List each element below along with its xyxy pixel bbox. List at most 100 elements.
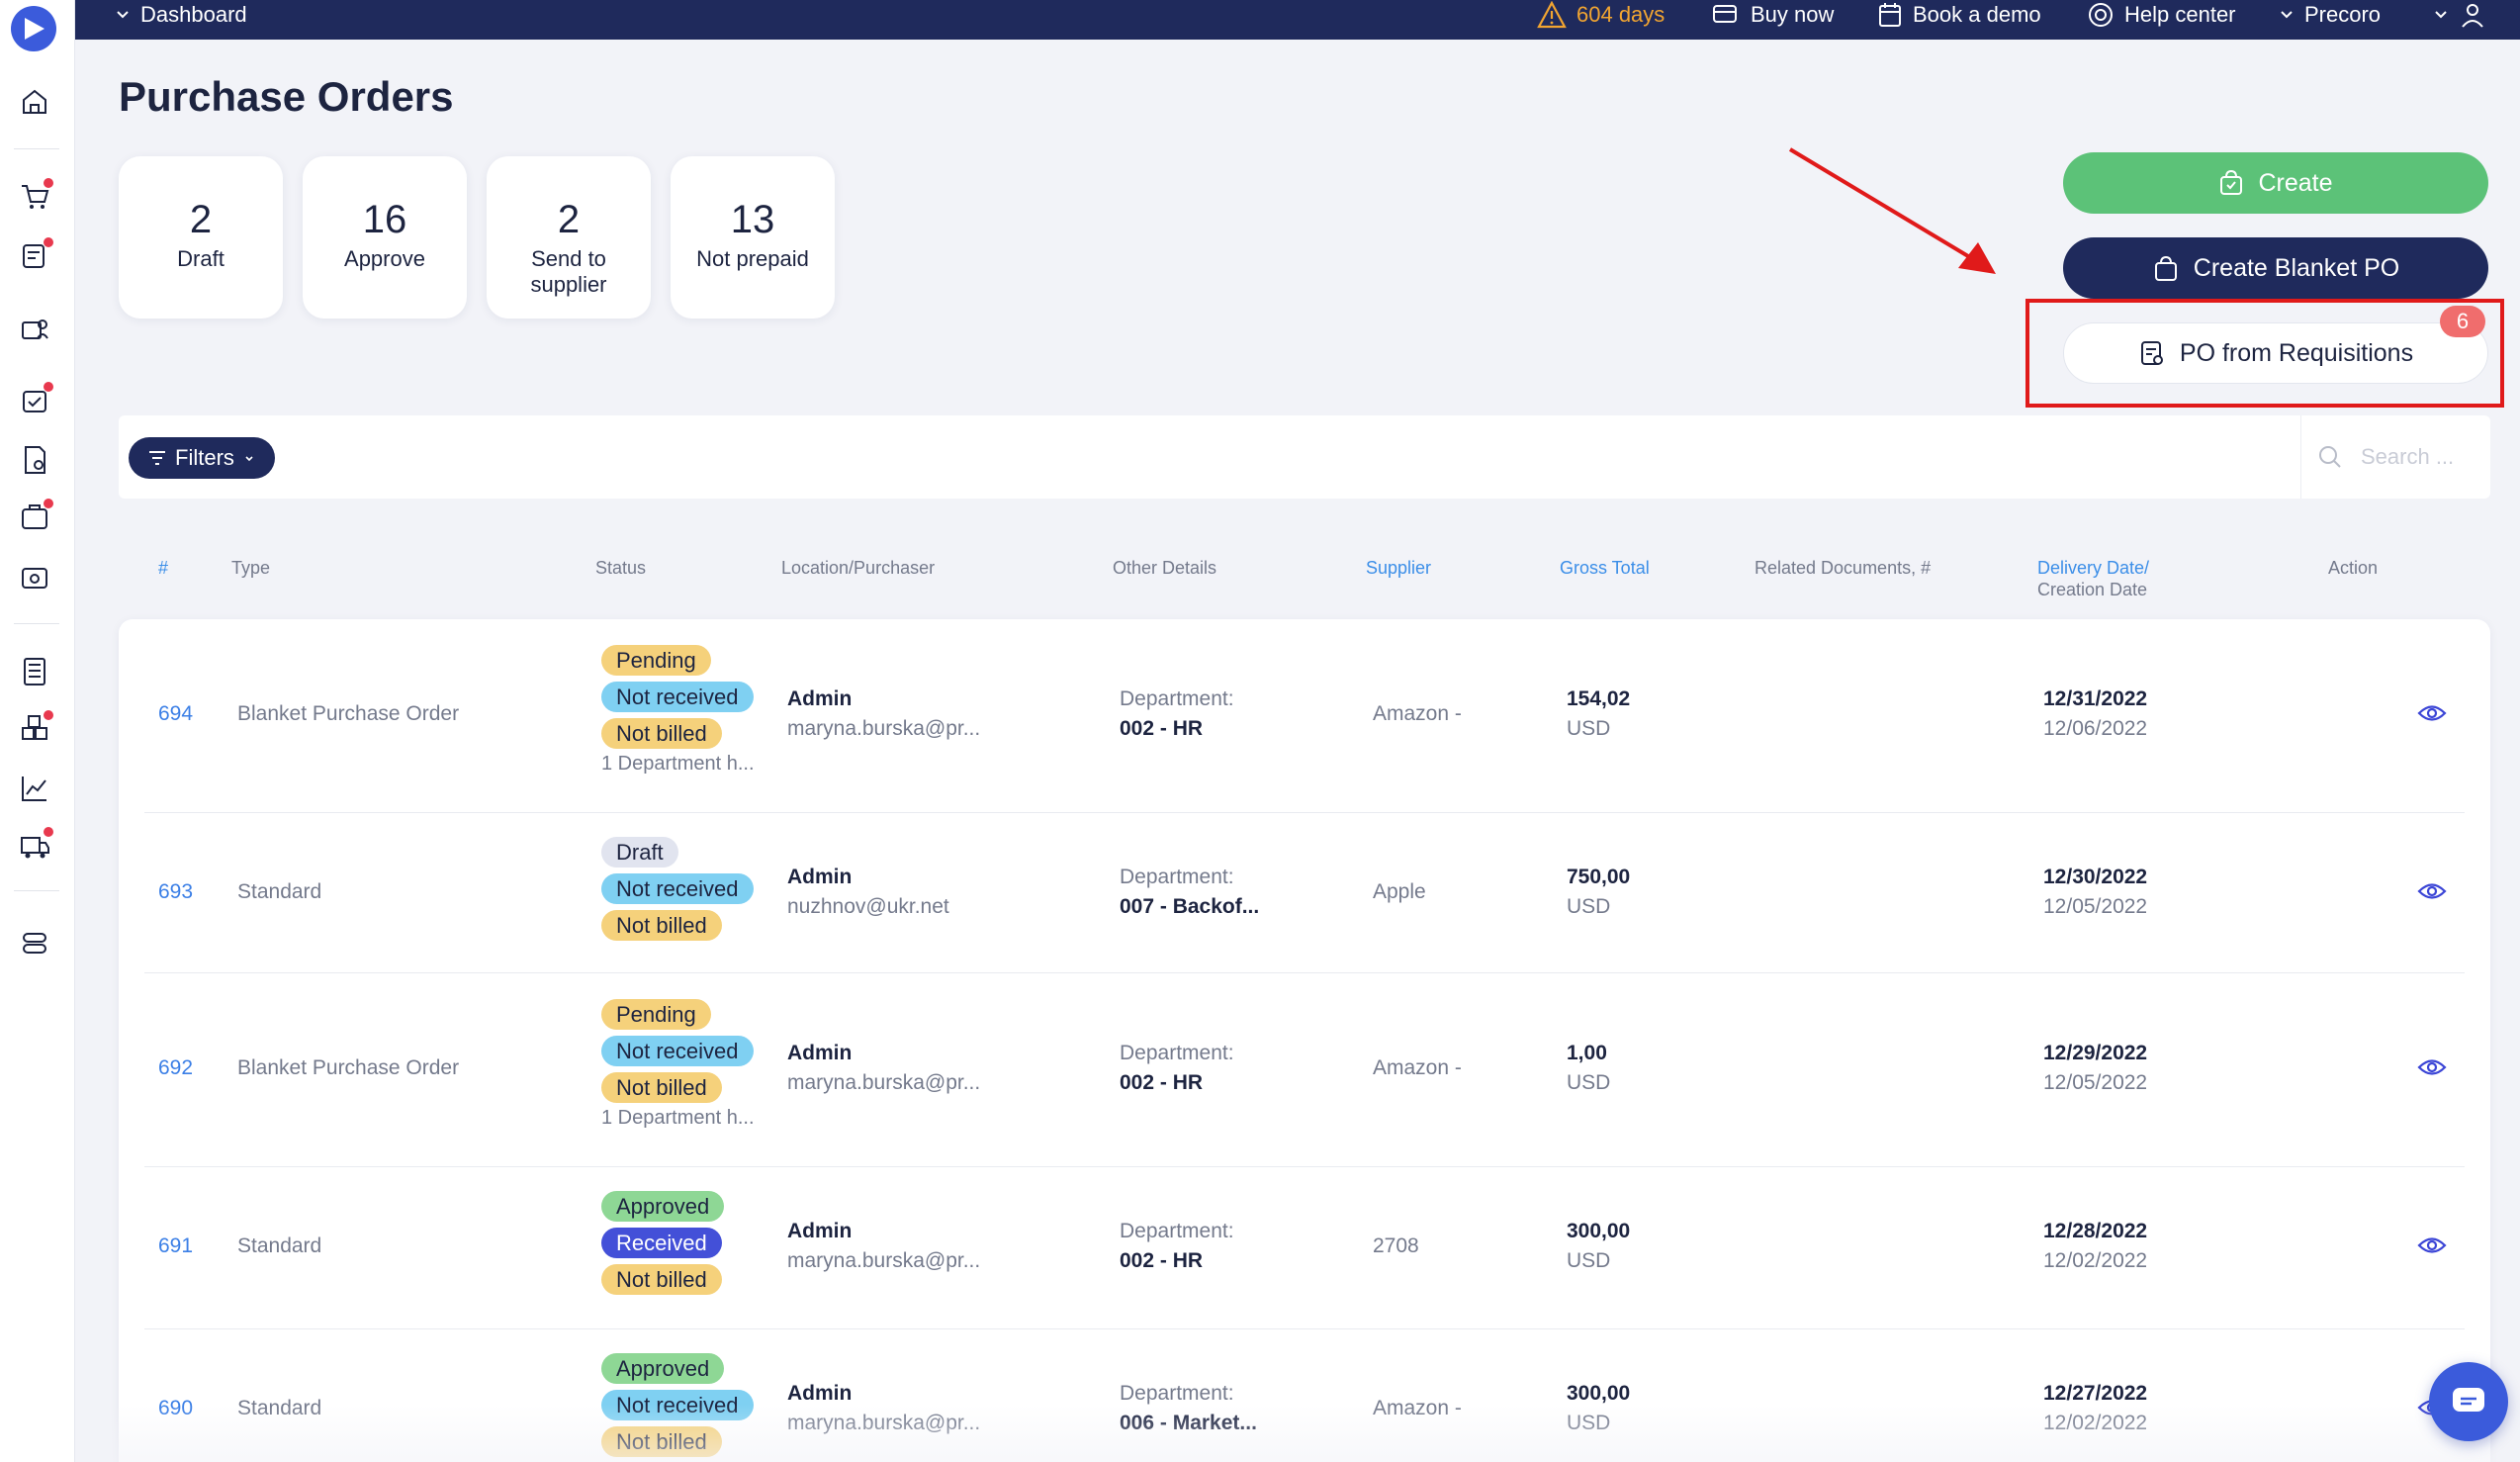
buy-now-link[interactable]: Buy now: [1711, 0, 1834, 30]
blanket-po-icon: [2154, 255, 2177, 281]
stat-label: Approve: [344, 246, 425, 271]
user-menu[interactable]: [2433, 0, 2496, 30]
requisition-icon[interactable]: [18, 237, 53, 273]
department-value: 007 - Backof...: [1120, 895, 1260, 918]
receipt-icon[interactable]: [18, 499, 53, 534]
delivery-icon[interactable]: [18, 827, 53, 863]
column-header-other-details: Other Details: [1113, 558, 1217, 578]
purchase-order-icon[interactable]: [18, 382, 53, 417]
stat-card-send-to-supplier[interactable]: 2 Send to supplier: [487, 156, 651, 319]
table-row[interactable]: 691 Standard Approved Received Not bille…: [144, 1167, 2465, 1329]
company-switcher[interactable]: Precoro: [2279, 0, 2381, 30]
delivery-date: 12/28/2022: [2043, 1220, 2148, 1242]
department-label: Department:: [1120, 687, 1234, 710]
stat-card-approve[interactable]: 16 Approve: [303, 156, 467, 319]
po-number-link[interactable]: 694: [158, 702, 193, 726]
purchaser-email: maryna.burska@pr...: [787, 1412, 981, 1434]
help-center-link[interactable]: Help center: [2087, 0, 2236, 30]
supplier-icon[interactable]: [18, 313, 51, 346]
trial-indicator[interactable]: 604 days: [1537, 0, 1665, 30]
bag-icon: [2220, 169, 2243, 195]
other-details-cell: Department: 002 - HR: [1120, 685, 1234, 744]
stat-label: Draft: [177, 246, 225, 271]
buy-now-label: Buy now: [1751, 2, 1835, 27]
top-bar: Dashboard 604 days Buy now Book a demo H…: [75, 0, 2520, 40]
sidebar: [0, 0, 75, 1462]
purchaser-name: Admin: [787, 1382, 853, 1405]
column-header-location: Location/Purchaser: [781, 558, 936, 578]
filters-label: Filters: [175, 445, 234, 470]
creation-date: 12/05/2022: [2043, 1071, 2148, 1094]
column-header-supplier[interactable]: Supplier: [1366, 557, 1431, 579]
other-details-cell: Department: 002 - HR: [1120, 1039, 1234, 1098]
trial-days: 604 days: [1576, 2, 1665, 27]
delivery-date: 12/31/2022: [2043, 687, 2148, 710]
eye-icon[interactable]: [2417, 1234, 2447, 1256]
creation-date: 12/02/2022: [2043, 1249, 2148, 1272]
table-row[interactable]: 693 Standard Draft Not received Not bill…: [144, 813, 2465, 973]
chat-button[interactable]: [2429, 1362, 2508, 1441]
create-blanket-po-button[interactable]: Create Blanket PO: [2063, 237, 2488, 299]
filter-icon: [149, 451, 166, 465]
cart-icon[interactable]: [18, 178, 53, 214]
status-cell: Pending Not received Not billed 1 Depart…: [601, 999, 755, 1130]
supplier-name: Apple: [1373, 880, 1426, 903]
eye-icon[interactable]: [2417, 1056, 2447, 1078]
gross-amount: 154,02: [1567, 687, 1631, 710]
gross-total-cell: 1,00 USD: [1567, 1039, 1610, 1098]
po-number-link[interactable]: 691: [158, 1234, 193, 1258]
filters-button[interactable]: Filters: [129, 437, 275, 479]
po-number-link[interactable]: 693: [158, 880, 193, 904]
warning-icon: [1537, 1, 1567, 29]
column-header-gross-total[interactable]: Gross Total: [1560, 557, 1650, 579]
create-button[interactable]: Create: [2063, 152, 2488, 214]
status-badge: Approved: [601, 1353, 725, 1384]
chat-icon: [2453, 1388, 2484, 1412]
purchaser-name: Admin: [787, 1042, 853, 1064]
location-cell: Admin nuzhnov@ukr.net: [787, 863, 949, 922]
column-header-number[interactable]: #: [158, 557, 168, 579]
dashboard-menu[interactable]: Dashboard: [115, 0, 247, 30]
po-number-link[interactable]: 692: [158, 1056, 193, 1080]
column-header-related-documents: Related Documents, #: [1755, 558, 1932, 578]
status-cell: Pending Not received Not billed 1 Depart…: [601, 645, 755, 776]
table-row[interactable]: 690 Standard Approved Not received Not b…: [144, 1329, 2465, 1462]
settings-icon[interactable]: [18, 926, 51, 959]
status-badge: Draft: [601, 837, 678, 868]
supplier-name: Amazon -: [1373, 1056, 1462, 1079]
stat-card-draft[interactable]: 2 Draft: [119, 156, 283, 319]
book-demo-link[interactable]: Book a demo: [1877, 0, 2041, 30]
supplier-name: Amazon -: [1373, 702, 1462, 725]
table-row[interactable]: 694 Blanket Purchase Order Pending Not r…: [144, 629, 2465, 813]
purchaser-email: maryna.burska@pr...: [787, 1249, 981, 1272]
po-type: Blanket Purchase Order: [237, 1056, 460, 1079]
creation-date-label: Creation Date: [2037, 580, 2148, 599]
purchaser-name: Admin: [787, 866, 853, 888]
status-badge: Pending: [601, 645, 711, 676]
table-row[interactable]: 692 Blanket Purchase Order Pending Not r…: [144, 973, 2465, 1167]
po-type: Standard: [237, 880, 322, 903]
eye-icon[interactable]: [2417, 702, 2447, 724]
warehouse-icon[interactable]: [18, 560, 51, 594]
analytics-icon[interactable]: [18, 772, 51, 805]
po-number-link[interactable]: 690: [158, 1397, 193, 1420]
department-label: Department:: [1120, 866, 1234, 888]
creation-date: 12/02/2022: [2043, 1412, 2148, 1434]
column-header-delivery-date[interactable]: Delivery Date/ Creation Date: [2037, 557, 2149, 600]
po-type: Standard: [237, 1397, 322, 1419]
invoice-icon[interactable]: [18, 443, 51, 477]
cart-buy-icon: [1713, 5, 1737, 23]
items-icon[interactable]: [18, 710, 53, 746]
eye-icon[interactable]: [2417, 880, 2447, 902]
logo-icon[interactable]: [11, 6, 56, 51]
currency: USD: [1567, 895, 1611, 918]
home-icon[interactable]: [18, 85, 51, 119]
stat-card-not-prepaid[interactable]: 13 Not prepaid: [671, 156, 835, 319]
search-input[interactable]: [2361, 444, 2479, 470]
currency: USD: [1567, 1412, 1611, 1434]
budget-icon[interactable]: [18, 655, 51, 688]
search-box[interactable]: [2300, 415, 2490, 499]
other-details-cell: Department: 007 - Backof...: [1120, 863, 1259, 922]
status-cell: Draft Not received Not billed: [601, 837, 754, 947]
company-name: Precoro: [2304, 2, 2382, 27]
